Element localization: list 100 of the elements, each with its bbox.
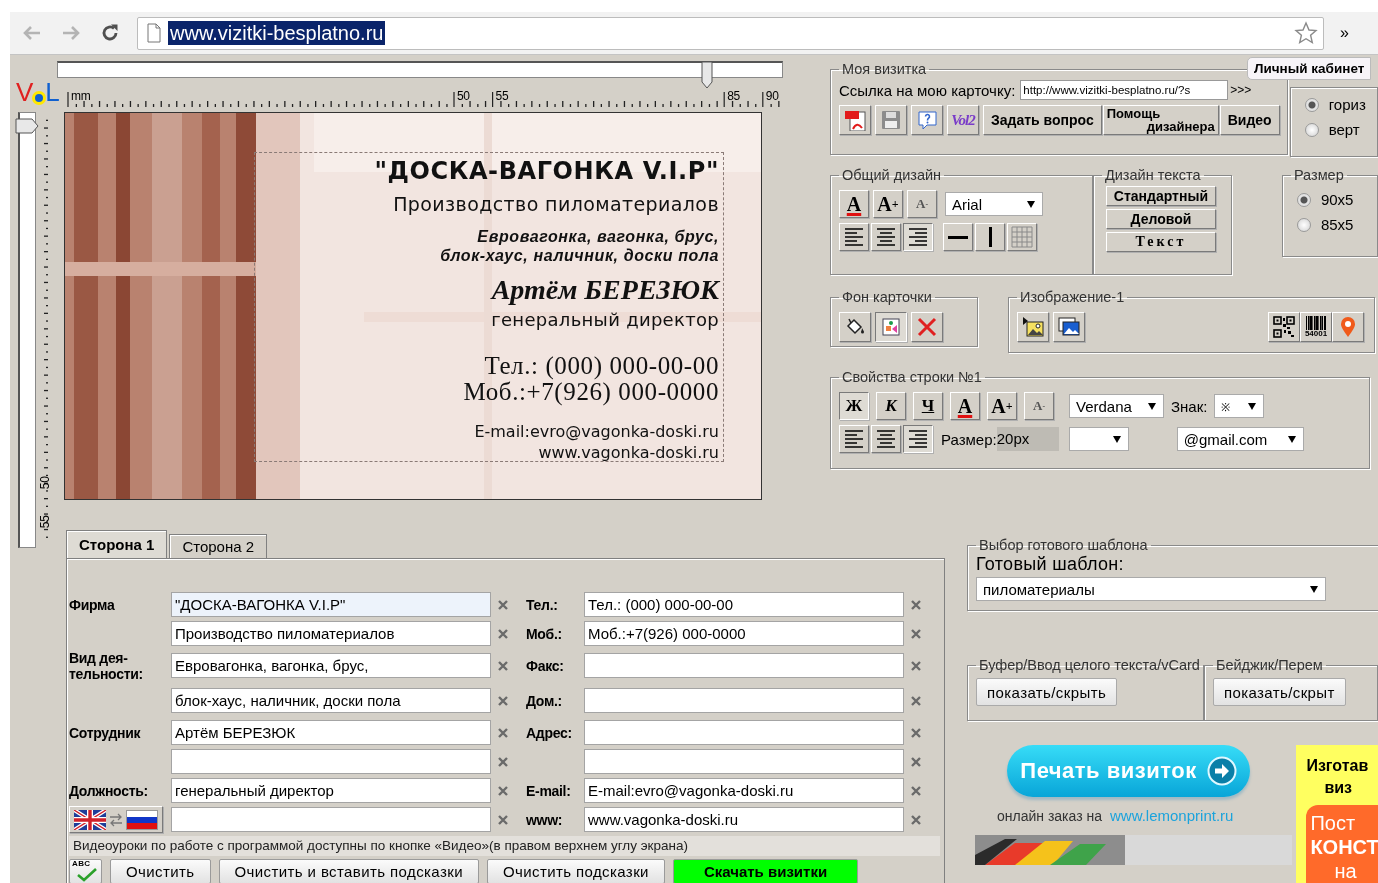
text-style-button[interactable]: Текст	[1105, 232, 1216, 252]
align-right-button[interactable]	[903, 425, 933, 453]
text-style-button[interactable]: Стандартный	[1105, 186, 1216, 206]
text-field[interactable]	[171, 749, 491, 774]
clear-icon[interactable]	[910, 784, 922, 797]
text-style-button[interactable]: Деловой	[1105, 209, 1216, 229]
text-field[interactable]	[584, 653, 904, 678]
field-label: Сотрудник	[69, 724, 141, 741]
barcode-button[interactable]: 54001	[1300, 312, 1332, 342]
text-field[interactable]: блок-хаус, наличник, доски пола	[171, 688, 491, 713]
download-button[interactable]: Скачать визитки	[672, 859, 859, 883]
clear-icon[interactable]	[497, 659, 509, 672]
slider-thumb[interactable]	[700, 61, 713, 89]
address-field[interactable]: www.vizitki-besplatno.ru	[137, 16, 1324, 50]
more-link[interactable]: >>>	[1230, 83, 1252, 97]
more-tools-button[interactable]: »	[1336, 24, 1353, 42]
caret-icon	[1147, 401, 1157, 411]
radio-button[interactable]	[1304, 122, 1319, 137]
group-title: Размер	[1292, 167, 1345, 183]
field-label: E-mail:	[526, 782, 571, 799]
line-tool-button[interactable]	[975, 223, 1005, 251]
clear-icon[interactable]	[497, 784, 509, 797]
clear-icon[interactable]	[910, 813, 922, 826]
clear-icon[interactable]	[910, 659, 922, 672]
toggle-button[interactable]: показать/скрыть	[976, 678, 1118, 706]
field-label: Факс:	[526, 657, 564, 674]
clear-icon[interactable]	[497, 813, 509, 826]
radio-button[interactable]	[1304, 97, 1319, 112]
align-left-button[interactable]	[839, 223, 869, 251]
ruler-label: 50	[457, 90, 470, 103]
clear-icon[interactable]	[910, 726, 922, 739]
clear-icon[interactable]	[910, 627, 922, 640]
toolbar-button[interactable]: Помощь дизайнера	[1102, 105, 1219, 135]
page-icon	[146, 23, 162, 43]
align-center-button[interactable]	[871, 223, 901, 251]
bold-button[interactable]: Ж	[839, 392, 869, 420]
tab[interactable]: Сторона 2	[169, 534, 268, 558]
star-icon[interactable]	[1294, 21, 1318, 45]
contact-line: www.vagonka-doski.ru	[537, 442, 719, 463]
clear-icon[interactable]	[910, 694, 922, 707]
text-field[interactable]	[584, 720, 904, 745]
clear-icon[interactable]	[497, 598, 509, 611]
clear-icon[interactable]	[497, 755, 509, 768]
toolbar-button[interactable]	[911, 105, 943, 135]
ruler-label: mm	[71, 90, 91, 103]
text-field[interactable]: Производство пиломатериалов	[171, 621, 491, 646]
text-field[interactable]: генеральный директор	[171, 778, 491, 803]
toolbar-button[interactable]: Vol2	[947, 105, 979, 135]
align-right-button[interactable]	[903, 223, 933, 251]
option-label: гориз	[1328, 96, 1366, 113]
text-field[interactable]: Моб.:+7(926) 000-0000	[584, 621, 904, 646]
toggle-button[interactable]: показать/скрыт	[1212, 678, 1346, 706]
underline-button[interactable]: Ч	[913, 392, 943, 420]
clear-icon[interactable]	[497, 726, 509, 739]
line-tool-button[interactable]	[943, 223, 973, 251]
text-field[interactable]	[171, 807, 491, 832]
dropdown[interactable]	[1068, 427, 1129, 451]
text-field[interactable]: E-mail:evro@vagonka-doski.ru	[584, 778, 904, 803]
dropdown[interactable]: пиломатериалы	[976, 577, 1326, 601]
toolbar-button[interactable]	[839, 105, 871, 135]
barcode-number: 54001	[1304, 330, 1328, 338]
font-color-button[interactable]: A	[839, 190, 869, 218]
clear-icon[interactable]	[910, 755, 922, 768]
toolbar-button[interactable]: Задать вопрос	[983, 105, 1102, 135]
toolbar-button[interactable]: Видео	[1219, 105, 1280, 135]
text-field[interactable]: Артём БЕРЕЗЮК	[171, 720, 491, 745]
font-color-button[interactable]: A	[950, 392, 980, 420]
image-icon	[880, 316, 902, 338]
clear-icon[interactable]	[497, 627, 509, 640]
account-tab[interactable]: Личный кабинет	[1247, 57, 1372, 80]
dropdown[interactable]: Verdana	[1069, 394, 1164, 418]
link-field[interactable]: http://www.vizitki-besplatno.ru/?s	[1020, 80, 1229, 100]
action-button[interactable]: Очистить	[110, 859, 211, 883]
spellcheck-button[interactable]: ABC	[69, 859, 102, 883]
text-field[interactable]: www.vagonka-doski.ru	[584, 807, 904, 832]
action-button[interactable]: Очистить и вставить подсказки	[218, 859, 479, 883]
italic-button[interactable]: К	[876, 392, 906, 420]
text-field[interactable]: Тел.: (000) 000-00-00	[584, 592, 904, 617]
align-center-button[interactable]	[871, 425, 901, 453]
dropdown[interactable]: @gmail.com	[1176, 427, 1304, 451]
clear-icon[interactable]	[910, 598, 922, 611]
language-switch-button[interactable]	[69, 806, 163, 833]
dropdown[interactable]: ※	[1214, 394, 1265, 418]
clear-icon[interactable]	[497, 694, 509, 707]
text-field[interactable]: Евровагонка, вагонка, брус,	[171, 653, 491, 678]
text-field[interactable]: "ДОСКА-ВАГОНКА V.I.P"	[171, 592, 491, 617]
dropdown[interactable]: Arial	[945, 192, 1043, 216]
action-button[interactable]: Очистить подсказки	[486, 859, 665, 883]
group-title: Изображение-1	[1019, 289, 1126, 305]
offer-text: Пост	[1310, 811, 1357, 835]
align-left-icon	[843, 225, 865, 249]
radio-button[interactable]	[1296, 192, 1311, 207]
align-left-button[interactable]	[839, 425, 869, 453]
field-label: www:	[526, 811, 563, 828]
tab[interactable]: Сторона 1	[66, 530, 168, 558]
text-field[interactable]	[584, 749, 904, 774]
radio-button[interactable]	[1296, 217, 1311, 232]
text-field[interactable]	[584, 688, 904, 713]
width-slider[interactable]	[57, 61, 783, 89]
field-label: Адрес:	[526, 724, 572, 741]
